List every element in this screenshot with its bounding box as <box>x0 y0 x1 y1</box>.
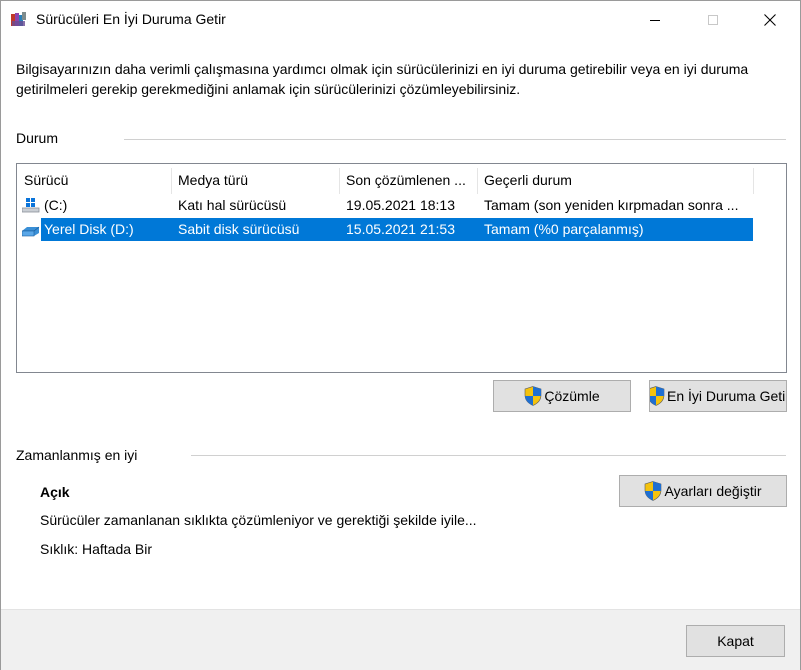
close-button[interactable]: Kapat <box>686 625 785 657</box>
scheduled-group-label: Zamanlanmış en iyi <box>16 447 138 463</box>
column-header-current-status[interactable]: Geçerli durum <box>477 164 753 194</box>
analyze-button-label: Çözümle <box>544 388 600 404</box>
defrag-app-icon <box>11 12 26 26</box>
title-bar[interactable]: Sürücüleri En İyi Duruma Getir <box>1 1 800 38</box>
last-analyzed: 15.05.2021 21:53 <box>346 221 455 237</box>
description-text: Bilgisayarınızın daha verimli çalışmasın… <box>16 61 749 97</box>
optimize-drives-window: Sürücüleri En İyi Duruma Getir Bilgisaya… <box>0 0 801 670</box>
maximize-icon <box>708 14 718 25</box>
schedule-description: Sürücüler zamanlanan sıklıkta çözümleniy… <box>40 512 477 528</box>
uac-shield-icon <box>650 386 665 406</box>
minimize-button[interactable] <box>632 1 678 38</box>
optimize-button-label: En İyi Duruma Geti <box>667 388 786 404</box>
ssd-windows-drive-icon <box>22 198 40 213</box>
column-header-drive[interactable]: Sürücü <box>17 164 171 194</box>
last-analyzed: 19.05.2021 18:13 <box>346 197 455 213</box>
list-header: Sürücü Medya türü Son çözümlenen ... Geç… <box>17 164 786 194</box>
drive-row-d[interactable]: Yerel Disk (D:) Sabit disk sürücüsü 15.0… <box>17 218 753 241</box>
scheduled-group-divider <box>191 455 786 456</box>
uac-shield-icon <box>645 481 662 501</box>
current-status: Tamam (%0 parçalanmış) <box>484 221 644 237</box>
status-group-label: Durum <box>16 130 59 146</box>
footer-bar: Kapat <box>1 609 800 670</box>
column-header-media-type[interactable]: Medya türü <box>171 164 339 194</box>
close-window-button[interactable] <box>747 1 793 38</box>
schedule-frequency: Sıklık: Haftada Bir <box>40 541 153 557</box>
drive-name: (C:) <box>44 197 68 213</box>
media-type: Katı hal sürücüsü <box>178 197 287 213</box>
change-settings-button-label: Ayarları değiştir <box>664 483 762 499</box>
change-settings-button[interactable]: Ayarları değiştir <box>619 475 787 507</box>
drive-row-c[interactable]: (C:) Katı hal sürücüsü 19.05.2021 18:13 … <box>17 194 753 217</box>
drive-name: Yerel Disk (D:) <box>44 221 134 237</box>
minimize-icon <box>650 19 660 21</box>
drives-list[interactable]: Sürücü Medya türü Son çözümlenen ... Geç… <box>16 163 787 373</box>
media-type: Sabit disk sürücüsü <box>178 221 300 237</box>
schedule-state: Açık <box>40 484 70 500</box>
column-divider[interactable] <box>753 168 754 194</box>
window-title: Sürücüleri En İyi Duruma Getir <box>36 11 226 27</box>
column-header-last-analyzed[interactable]: Son çözümlenen ... <box>339 164 477 194</box>
uac-shield-icon <box>525 386 542 406</box>
close-button-label: Kapat <box>717 633 754 649</box>
maximize-button <box>690 1 736 38</box>
optimize-button[interactable]: En İyi Duruma Geti <box>649 380 787 412</box>
analyze-button[interactable]: Çözümle <box>493 380 631 412</box>
close-icon <box>764 13 776 26</box>
status-group-divider <box>124 139 786 140</box>
hard-disk-icon <box>22 226 40 237</box>
current-status: Tamam (son yeniden kırpmadan sonra ... <box>484 197 739 213</box>
